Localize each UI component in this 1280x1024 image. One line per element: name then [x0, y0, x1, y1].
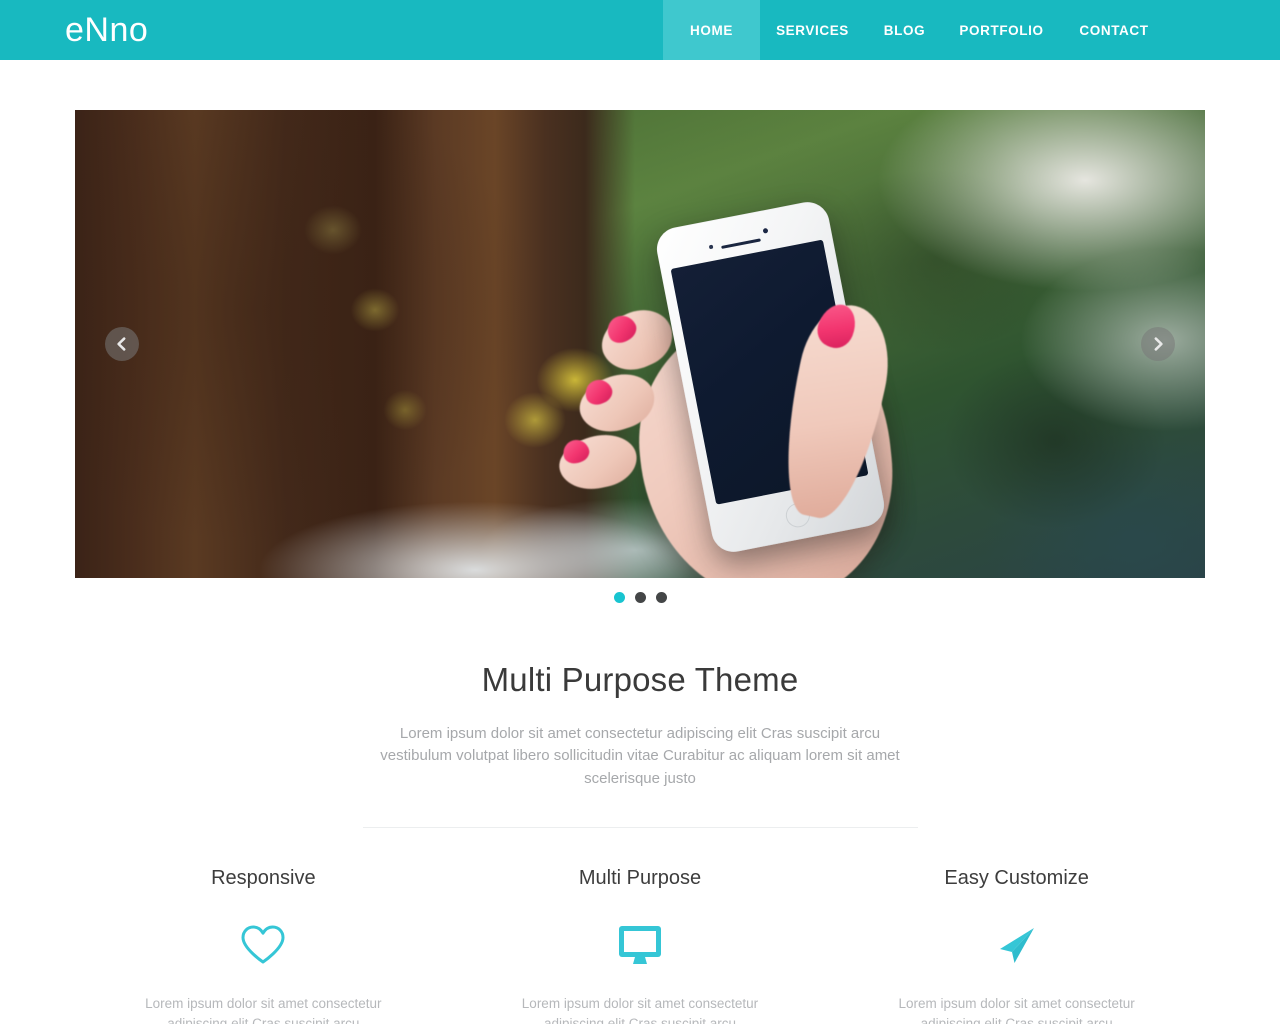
feature-title: Responsive — [211, 867, 316, 890]
carousel-dot-1[interactable] — [613, 591, 625, 603]
hero-carousel — [75, 110, 1205, 578]
carousel-indicators — [75, 591, 1205, 603]
desktop-monitor-icon — [452, 920, 829, 970]
phone-sensor — [708, 244, 714, 250]
feature-body: Lorem ipsum dolor sit amet consectetur a… — [521, 996, 759, 1024]
feature-card-multi-purpose: Multi Purpose Lorem ipsum dolor sit amet… — [452, 866, 829, 1024]
site-header: eNno HOME SERVICES BLOG PORTFOLIO CONTAC… — [0, 0, 1280, 60]
main-navigation: HOME SERVICES BLOG PORTFOLIO CONTACT — [663, 0, 1169, 60]
page-title: Multi Purpose Theme — [481, 661, 799, 698]
brand-logo[interactable]: eNno — [0, 0, 148, 60]
paper-plane-icon — [828, 920, 1205, 970]
feature-card-easy-customize: Easy Customize Lorem ipsum dolor sit ame… — [828, 866, 1205, 1024]
heart-outline-icon — [75, 920, 452, 970]
feature-title: Multi Purpose — [578, 867, 702, 890]
carousel-dot-2[interactable] — [634, 591, 646, 603]
nav-item-portfolio[interactable]: PORTFOLIO — [944, 0, 1059, 60]
nav-item-blog[interactable]: BLOG — [865, 0, 944, 60]
intro-section: Multi Purpose Theme Lorem ipsum dolor si… — [75, 660, 1205, 829]
feature-card-responsive: Responsive Lorem ipsum dolor sit amet co… — [75, 866, 452, 1024]
carousel-prev-button[interactable] — [105, 327, 139, 361]
nav-item-home[interactable]: HOME — [663, 0, 760, 60]
intro-paragraph: Lorem ipsum dolor sit amet consectetur a… — [380, 724, 900, 787]
nav-item-contact[interactable]: CONTACT — [1059, 0, 1169, 60]
features-section: Responsive Lorem ipsum dolor sit amet co… — [75, 866, 1205, 1024]
nav-item-services[interactable]: SERVICES — [760, 0, 865, 60]
chevron-right-icon — [1150, 336, 1166, 352]
chevron-left-icon — [114, 336, 130, 352]
feature-body: Lorem ipsum dolor sit amet consectetur a… — [145, 996, 382, 1024]
feature-title: Easy Customize — [944, 867, 1089, 890]
carousel-dot-3[interactable] — [655, 591, 667, 603]
phone-front-camera — [762, 227, 769, 234]
phone-earpiece — [721, 238, 761, 249]
section-divider — [362, 827, 918, 829]
carousel-next-button[interactable] — [1141, 327, 1175, 361]
feature-body: Lorem ipsum dolor sit amet consectetur a… — [898, 996, 1135, 1024]
hand-holding-phone-illustration — [554, 198, 906, 578]
